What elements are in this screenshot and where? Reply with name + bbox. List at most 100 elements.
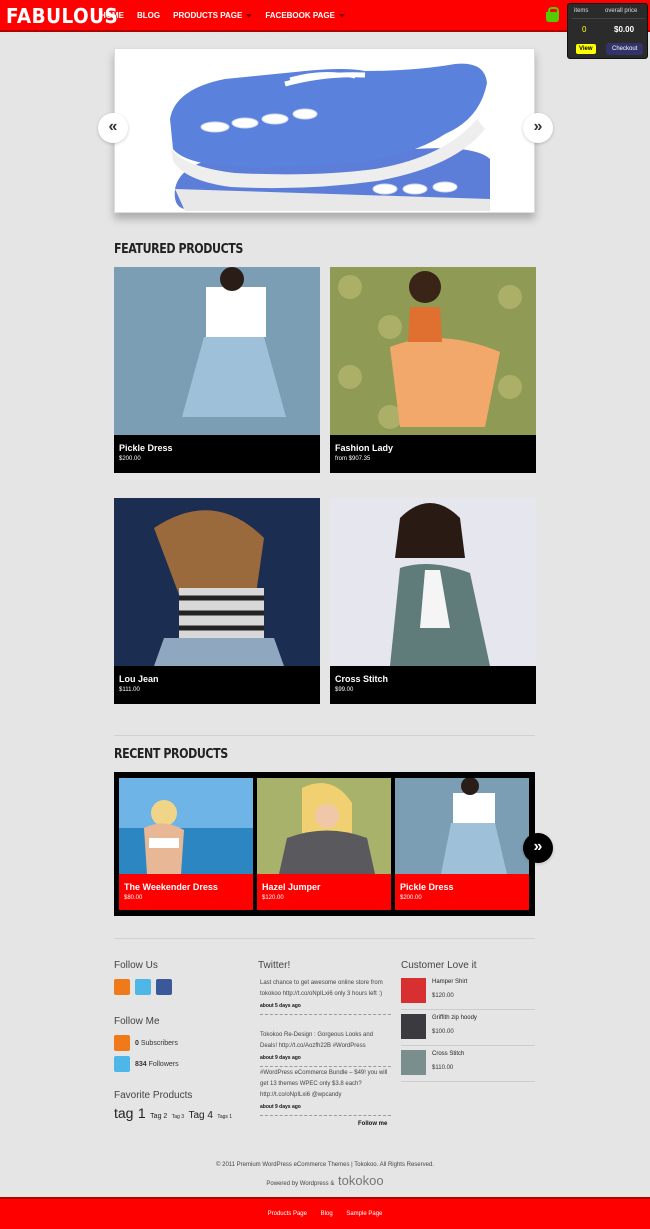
tag-link[interactable]: 1 [138, 1105, 146, 1121]
divider [114, 735, 535, 736]
featured-card[interactable]: Lou Jean $111.00 [114, 498, 320, 704]
product-name[interactable]: Griffith zip hoody [432, 1015, 477, 1021]
product-name[interactable]: Lou Jean [119, 674, 159, 684]
product-image [330, 498, 536, 666]
nav-products-page[interactable]: PRODUCTS PAGE [173, 11, 252, 20]
subscribers-count: 0 Subscribers [135, 1040, 178, 1047]
product-price: $80.00 [124, 895, 143, 901]
product-name[interactable]: Hazel Jumper [262, 882, 321, 892]
cart-items-count: 0 [582, 25, 587, 34]
customer-love-title: Customer Love it [401, 960, 477, 971]
recent-card[interactable]: The Weekender Dress $80.00 [119, 778, 253, 910]
hero-slider [114, 48, 535, 213]
shoe-image [115, 49, 534, 212]
favorite-products-title: Favorite Products [114, 1090, 193, 1101]
product-image [330, 267, 536, 435]
divider [114, 938, 535, 939]
product-thumb [401, 978, 426, 1003]
product-image [395, 778, 529, 874]
recent-card[interactable]: Hazel Jumper $120.00 [257, 778, 391, 910]
cart-divider [572, 18, 645, 19]
tweet-text: Last chance to get awesome online store … [260, 980, 383, 997]
tweet: Last chance to get awesome online store … [260, 978, 391, 1015]
product-thumb [401, 1050, 426, 1075]
featured-card[interactable]: Pickle Dress $200.00 [114, 267, 320, 473]
footer-link-sample[interactable]: Sample Page [346, 1211, 382, 1217]
footer-link-products[interactable]: Products Page [268, 1211, 307, 1217]
product-price: $99.00 [335, 687, 354, 693]
product-price: $200.00 [119, 456, 141, 462]
view-cart-button[interactable]: View [576, 44, 596, 54]
cart-widget: items overall price 0 $0.00 View Checkou… [567, 3, 648, 59]
main-nav: HOME BLOG PRODUCTS PAGE FACEBOOK PAGE [100, 11, 345, 20]
tag-link[interactable]: Tag 2 [150, 1113, 167, 1120]
twitter-icon[interactable] [135, 979, 151, 995]
featured-card[interactable]: Fashion Lady from $907.35 [330, 267, 536, 473]
footer-link-blog[interactable]: Blog [321, 1211, 333, 1217]
product-price: $120.00 [262, 895, 284, 901]
slider-prev-button[interactable]: « [98, 113, 128, 143]
tag-link[interactable]: Tag 3 [172, 1114, 184, 1120]
product-name[interactable]: Fashion Lady [335, 443, 393, 453]
product-name[interactable]: Pickle Dress [400, 882, 454, 892]
slider-next-button[interactable]: » [523, 113, 553, 143]
featured-title: FEATURED PRODUCTS [114, 242, 243, 257]
product-price: $120.00 [432, 993, 454, 999]
nav-facebook-page[interactable]: FACEBOOK PAGE [265, 11, 345, 20]
follow-us-title: Follow Us [114, 960, 158, 971]
product-price: $111.00 [119, 687, 140, 693]
product-name[interactable]: Cross Stitch [432, 1051, 464, 1057]
tweet-time[interactable]: about 9 days ago [260, 1053, 391, 1067]
powered-by: Powered by Wordpress & tokokoo [266, 1173, 384, 1188]
tag-cloud: tag 1 Tag 2 Tag 3 Tag 4 Tags 1 [114, 1105, 232, 1123]
followers-count: 834 Followers [135, 1061, 179, 1068]
featured-card[interactable]: Cross Stitch $99.00 [330, 498, 536, 704]
follow-me-title: Follow Me [114, 1016, 160, 1027]
twitter-icon[interactable] [114, 1056, 130, 1072]
recent-title: RECENT PRODUCTS [114, 747, 228, 762]
product-price: $200.00 [400, 895, 422, 901]
cart-price-label: overall price [605, 8, 638, 14]
follow-me-link[interactable]: Follow me [358, 1121, 387, 1127]
product-name[interactable]: Pickle Dress [119, 443, 173, 453]
product-image [119, 778, 253, 874]
tokokoo-logo[interactable]: tokokoo [338, 1173, 384, 1188]
facebook-icon[interactable] [156, 979, 172, 995]
customer-item[interactable]: Hamper Shirt $120.00 [401, 976, 535, 1010]
twitter-widget-title: Twitter! [258, 960, 291, 971]
cart-total: $0.00 [614, 25, 635, 34]
product-image [114, 267, 320, 435]
product-image [257, 778, 391, 874]
product-name[interactable]: Hamper Shirt [432, 979, 467, 985]
tweet-text: Tokokoo Re-Design : Gorgeous Looks and D… [260, 1032, 374, 1049]
tag-link[interactable]: Tag 4 [188, 1110, 212, 1121]
recent-card[interactable]: Pickle Dress $200.00 [395, 778, 529, 910]
product-name[interactable]: Cross Stitch [335, 674, 388, 684]
footer-nav: Products Page Blog Sample Page [0, 1211, 650, 1217]
tweet-time[interactable]: about 9 days ago [260, 1102, 391, 1116]
tweet-text: #WordPress eCommerce Bundle – $49! you w… [260, 1070, 388, 1098]
recent-next-button[interactable]: » [523, 833, 553, 863]
copyright: © 2011 Premium WordPress eCommerce Theme… [216, 1162, 434, 1168]
product-price: $100.00 [432, 1029, 454, 1035]
recent-carousel: The Weekender Dress $80.00 Hazel Jumper … [114, 772, 535, 916]
tag-link[interactable]: tag [114, 1105, 133, 1121]
customer-item[interactable]: Cross Stitch $110.00 [401, 1048, 535, 1082]
product-thumb [401, 1014, 426, 1039]
product-name[interactable]: The Weekender Dress [124, 882, 218, 892]
customer-item[interactable]: Griffith zip hoody $100.00 [401, 1012, 535, 1046]
checkout-button[interactable]: Checkout [606, 43, 644, 55]
basket-icon[interactable] [546, 7, 559, 22]
rss-icon[interactable] [114, 979, 130, 995]
nav-home[interactable]: HOME [100, 11, 124, 20]
product-image [114, 498, 320, 666]
tweet: #WordPress eCommerce Bundle – $49! you w… [260, 1068, 391, 1116]
product-price: $110.00 [432, 1065, 454, 1071]
product-price: from $907.35 [335, 456, 371, 462]
cart-items-label: items [574, 8, 589, 14]
rss-icon[interactable] [114, 1035, 130, 1051]
tweet-time[interactable]: about 5 days ago [260, 1001, 391, 1015]
nav-blog[interactable]: BLOG [137, 11, 160, 20]
tweet: Tokokoo Re-Design : Gorgeous Looks and D… [260, 1030, 391, 1067]
tag-link[interactable]: Tags 1 [217, 1114, 232, 1120]
